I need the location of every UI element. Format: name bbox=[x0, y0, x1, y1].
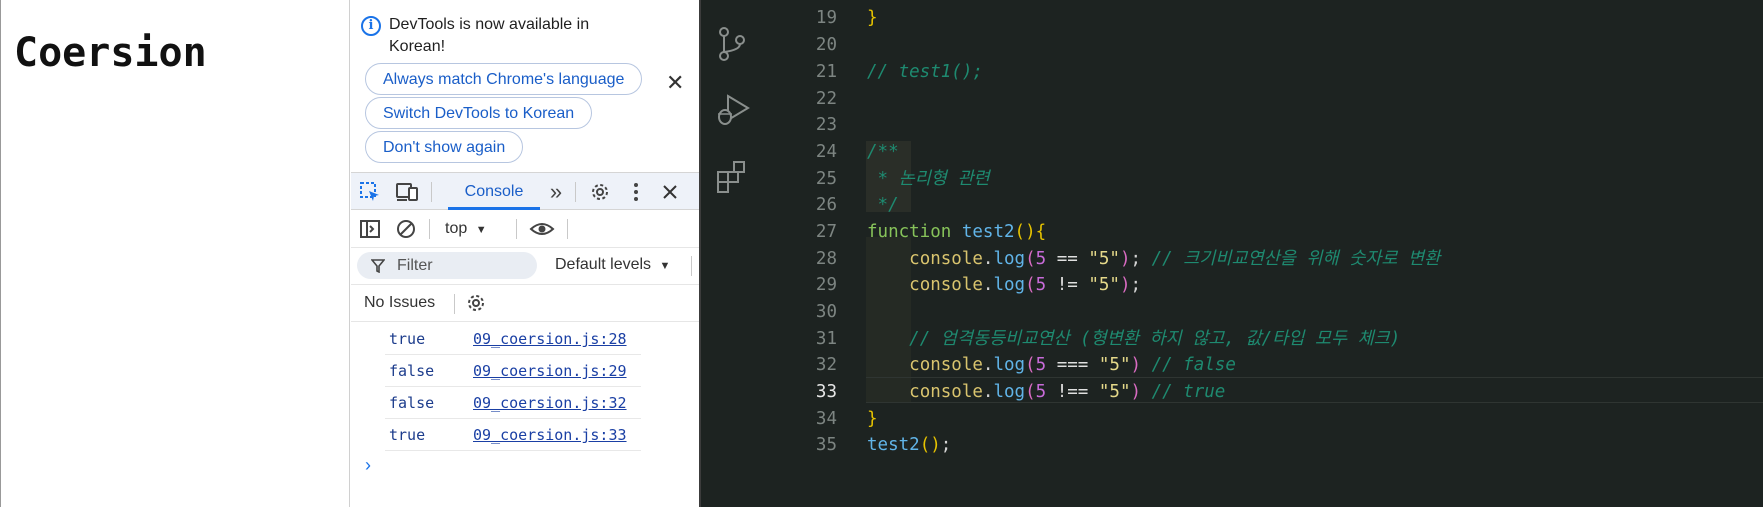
line-number: 21 bbox=[815, 62, 837, 82]
settings-gear-icon[interactable] bbox=[589, 181, 611, 203]
console-log-row: false 09_coersion.js:29 bbox=[385, 356, 641, 387]
filter-placeholder: Filter bbox=[397, 257, 433, 274]
devtools-tabbar: Console » bbox=[351, 172, 699, 210]
line-number: 24 bbox=[815, 142, 837, 162]
log-value: false bbox=[389, 394, 435, 412]
line-number: 25 bbox=[815, 169, 837, 189]
source-control-icon[interactable] bbox=[716, 26, 748, 61]
code-area[interactable]: 19} 20 21 // test1(); 22 23 24 /** 25 * 논리… bbox=[761, 0, 1763, 507]
always-match-language-button[interactable]: Always match Chrome's language bbox=[365, 63, 643, 95]
filter-input[interactable]: Filter bbox=[357, 252, 537, 279]
close-devtools-icon[interactable] bbox=[659, 181, 681, 203]
device-toolbar-icon[interactable] bbox=[395, 181, 418, 203]
line-number: 27 bbox=[815, 222, 837, 242]
line-number: 28 bbox=[815, 249, 837, 269]
kebab-menu-icon[interactable] bbox=[625, 181, 647, 203]
line-number: 26 bbox=[815, 195, 837, 215]
inspect-element-icon[interactable] bbox=[359, 181, 381, 203]
line-number: 34 bbox=[815, 409, 837, 429]
no-issues-label: No Issues bbox=[364, 294, 436, 311]
code-editor: 19} 20 21 // test1(); 22 23 24 /** 25 * 논리… bbox=[701, 0, 1763, 507]
line-number: 19 bbox=[815, 8, 837, 28]
code-comment: // 엄격동등비교연산 (형변환 하지 않고, 값/타입 모두 체크) bbox=[909, 329, 1401, 349]
line-number: 30 bbox=[815, 302, 837, 322]
code-comment: // true bbox=[1151, 382, 1226, 402]
filter-funnel-icon bbox=[371, 259, 385, 273]
info-icon: i bbox=[361, 16, 381, 36]
live-expression-eye-icon[interactable] bbox=[529, 218, 555, 240]
log-value: true bbox=[389, 426, 426, 444]
code-comment: // test1(); bbox=[867, 62, 983, 82]
page-heading: Coersion bbox=[14, 30, 207, 76]
log-source-link[interactable]: 09_coersion.js:28 bbox=[473, 330, 627, 348]
code-comment: // 크기비교연산을 위해 숫자로 변환 bbox=[1151, 249, 1441, 269]
console-log-row: true 09_coersion.js:28 bbox=[385, 324, 641, 355]
log-source-link[interactable]: 09_coersion.js:32 bbox=[473, 394, 627, 412]
log-levels-dropdown[interactable]: Default levels ▼ bbox=[555, 248, 670, 283]
devtools-panel: i DevTools is now available in Korean! A… bbox=[351, 0, 701, 507]
activity-bar bbox=[701, 0, 761, 507]
extensions-icon[interactable] bbox=[716, 160, 748, 193]
line-number: 20 bbox=[815, 35, 837, 55]
line-number: 22 bbox=[815, 89, 837, 109]
context-selector-label: top bbox=[445, 220, 468, 237]
log-value: false bbox=[389, 362, 435, 380]
console-toolbar: top ▼ bbox=[351, 210, 699, 248]
clear-console-icon[interactable] bbox=[395, 218, 417, 240]
issues-bar: No Issues bbox=[351, 284, 699, 322]
code-comment: */ bbox=[867, 195, 899, 215]
filter-bar: Filter Default levels ▼ bbox=[351, 248, 699, 284]
code-function-name: test2 bbox=[961, 222, 1015, 242]
log-value: true bbox=[389, 330, 426, 348]
tab-console-label: Console bbox=[464, 183, 524, 200]
banner-message: DevTools is now available in Korean! bbox=[389, 16, 590, 55]
code-text: } bbox=[867, 8, 878, 28]
line-number: 35 bbox=[815, 435, 837, 455]
console-log-row: true 09_coersion.js:33 bbox=[385, 420, 641, 451]
code-keyword: function bbox=[867, 222, 952, 242]
switch-to-korean-button[interactable]: Switch DevTools to Korean bbox=[365, 97, 593, 129]
chevron-down-icon: ▼ bbox=[659, 260, 671, 272]
code-comment: /** bbox=[867, 142, 899, 162]
line-number: 31 bbox=[815, 329, 837, 349]
sidebar-toggle-icon[interactable] bbox=[359, 218, 381, 240]
issues-settings-gear-icon[interactable] bbox=[465, 292, 487, 314]
code-comment: * 논리형 관련 bbox=[867, 169, 990, 189]
log-levels-label: Default levels bbox=[555, 256, 652, 273]
dont-show-again-button[interactable]: Don't show again bbox=[365, 131, 524, 163]
line-number: 32 bbox=[815, 355, 837, 375]
page-viewport: Coersion bbox=[0, 0, 350, 507]
line-number: 29 bbox=[815, 275, 837, 295]
code-comment: // false bbox=[1151, 355, 1236, 375]
run-and-debug-icon[interactable] bbox=[716, 92, 750, 125]
console-prompt-chevron-icon[interactable]: › bbox=[365, 455, 371, 476]
banner-close-icon[interactable]: ✕ bbox=[666, 72, 684, 94]
line-number-active: 33 bbox=[815, 382, 837, 402]
console-log-row: false 09_coersion.js:32 bbox=[385, 388, 641, 419]
log-source-link[interactable]: 09_coersion.js:33 bbox=[473, 426, 627, 444]
line-number: 23 bbox=[815, 115, 837, 135]
chevron-down-icon: ▼ bbox=[475, 224, 487, 236]
log-source-link[interactable]: 09_coersion.js:29 bbox=[473, 362, 627, 380]
more-tabs-icon[interactable]: » bbox=[545, 181, 567, 203]
context-selector[interactable]: top ▼ bbox=[445, 210, 487, 249]
code-function-call: test2 bbox=[867, 435, 920, 455]
tab-console[interactable]: Console bbox=[448, 173, 540, 210]
language-banner: i DevTools is now available in Korean! bbox=[361, 14, 681, 58]
